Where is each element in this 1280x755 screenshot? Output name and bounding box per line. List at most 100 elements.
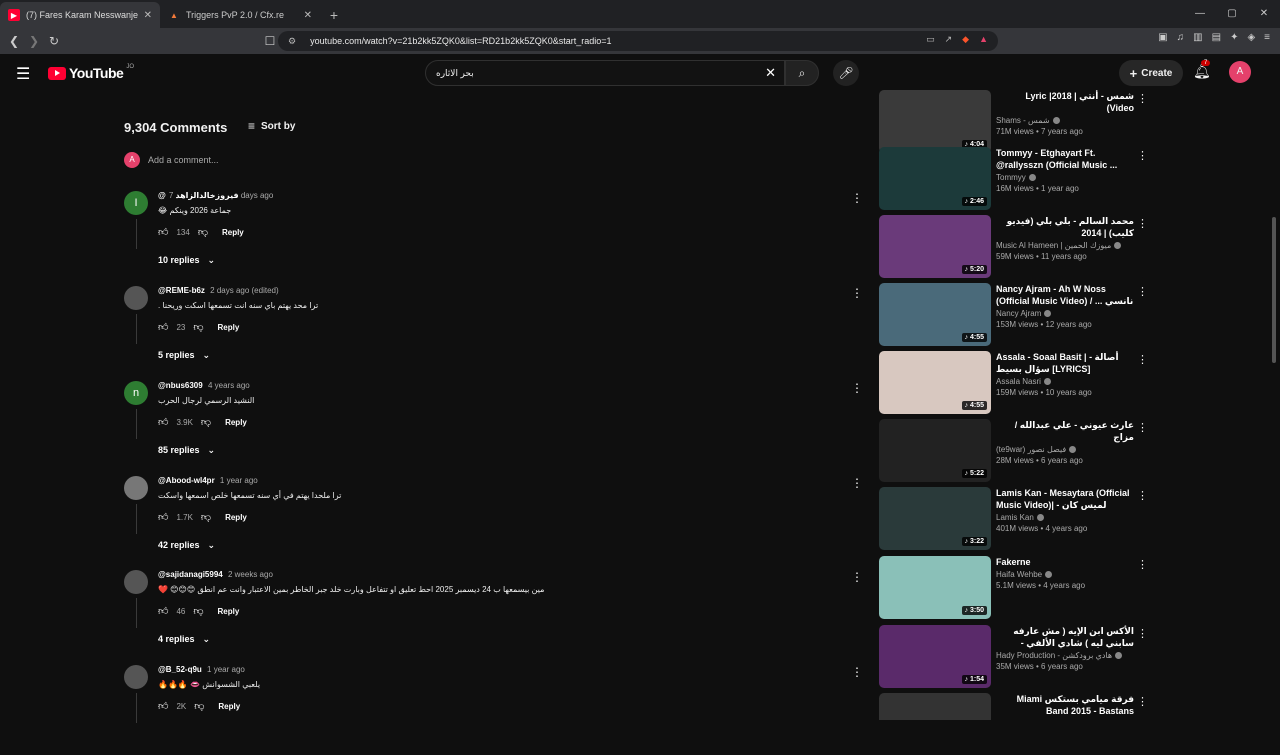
add-comment-row[interactable]: A Add a comment... xyxy=(124,152,219,168)
cast-icon[interactable]: ▭ xyxy=(926,34,935,45)
like-icon[interactable]: 👍︎ xyxy=(158,321,168,333)
comment-author[interactable]: @Abood-wl4pr xyxy=(158,476,215,485)
video-thumbnail[interactable]: ♪ 4:55 xyxy=(879,283,991,346)
more-actions-icon[interactable]: ⋮ xyxy=(851,381,863,395)
related-video-item[interactable]: ♪ 3:22 Lamis Kan - Mesaytara (Official M… xyxy=(879,487,1149,551)
vpn-icon[interactable]: ◈ xyxy=(1247,32,1255,43)
dislike-icon[interactable]: 👎︎ xyxy=(193,321,203,333)
video-title[interactable]: عارث عيوني - علي عبدالله / مزاج xyxy=(996,419,1134,443)
related-video-item[interactable]: فرقة ميامي بستكس Miami Band 2015 - Basta… xyxy=(879,693,1149,720)
youtube-logo[interactable]: YouTube JO xyxy=(48,64,134,81)
voice-search-button[interactable]: 🎤︎ xyxy=(833,60,859,86)
video-title[interactable]: Lamis Kan - Mesaytara (Official Music Vi… xyxy=(996,487,1134,511)
forward-icon[interactable]: ❯ xyxy=(24,34,44,48)
video-thumbnail[interactable]: ♪ 4:55 xyxy=(879,351,991,414)
video-channel[interactable]: Shams - شمس xyxy=(996,116,1134,125)
tab-youtube[interactable]: ▶ (7) Fares Karam Nesswanje ي ✕ xyxy=(0,2,160,28)
like-icon[interactable]: 👍︎ xyxy=(158,700,168,712)
browser-menu-icon[interactable]: ≡ xyxy=(1264,32,1270,43)
reply-button[interactable]: Reply xyxy=(218,607,240,616)
more-actions-icon[interactable]: ⋮ xyxy=(851,665,863,679)
more-actions-icon[interactable]: ⋮ xyxy=(1137,421,1148,434)
dislike-icon[interactable]: 👎︎ xyxy=(194,700,204,712)
avatar[interactable] xyxy=(124,286,148,310)
like-icon[interactable]: 👍︎ xyxy=(158,416,168,428)
comment-time[interactable]: 1 year ago xyxy=(220,476,258,485)
video-channel[interactable]: Tommyy xyxy=(996,173,1134,182)
comment-time[interactable]: 2 days ago (edited) xyxy=(210,286,279,295)
video-thumbnail[interactable]: ♪ 3:22 xyxy=(879,487,991,550)
create-button[interactable]: + Create xyxy=(1119,60,1183,86)
related-video-item[interactable]: ♪ 4:55 Assala - Soaal Basit | أصالة - سؤ… xyxy=(879,351,1149,415)
more-actions-icon[interactable]: ⋮ xyxy=(851,286,863,300)
screenshot-icon[interactable]: ▣ xyxy=(1158,32,1167,43)
related-video-item[interactable]: ♪ 1:54 الأكس ابن الإيه ( مش عارفه سابني … xyxy=(879,625,1149,689)
video-title[interactable]: الأكس ابن الإيه ( مش عارفه سابني ليه ) ش… xyxy=(996,625,1134,649)
share-icon[interactable]: ↗ xyxy=(945,34,953,45)
more-actions-icon[interactable]: ⋮ xyxy=(1137,695,1148,708)
reply-button[interactable]: Reply xyxy=(225,513,247,522)
more-actions-icon[interactable]: ⋮ xyxy=(1137,217,1148,230)
dislike-icon[interactable]: 👎︎ xyxy=(201,511,211,523)
comment-author[interactable]: @B_52-q9u xyxy=(158,665,202,674)
account-avatar[interactable]: A xyxy=(1229,61,1251,83)
related-video-item[interactable]: ♪ 5:20 محمد السالم - بلي بلي (فيديو كليب… xyxy=(879,215,1149,279)
view-replies-button[interactable]: 4 replies ⌄ xyxy=(158,634,210,645)
video-thumbnail[interactable] xyxy=(879,693,991,720)
like-icon[interactable]: 👍︎ xyxy=(158,511,168,523)
reply-button[interactable]: Reply xyxy=(222,228,244,237)
video-channel[interactable]: Nancy Ajram xyxy=(996,309,1134,318)
ai-icon[interactable]: ✦ xyxy=(1230,32,1238,43)
view-replies-button[interactable]: 10 replies ⌄ xyxy=(158,255,215,266)
video-title[interactable]: فرقة ميامي بستكس Miami Band 2015 - Basta… xyxy=(996,693,1134,717)
like-icon[interactable]: 👍︎ xyxy=(158,605,168,617)
maximize-icon[interactable]: ▢ xyxy=(1216,0,1248,28)
video-thumbnail[interactable]: ♪ 2:46 xyxy=(879,147,991,210)
more-actions-icon[interactable]: ⋮ xyxy=(1137,558,1148,571)
hamburger-menu-icon[interactable]: ☰ xyxy=(16,64,30,84)
video-channel[interactable]: Lamis Kan xyxy=(996,513,1134,522)
tab-cfx[interactable]: ▲ Triggers PvP 2.0 / Cfx.re ✕ xyxy=(160,2,320,28)
view-replies-button[interactable]: 85 replies ⌄ xyxy=(158,445,215,456)
video-title[interactable]: Fakerne xyxy=(996,556,1134,568)
related-video-item[interactable]: ♪ 4:04 شمس - أنتي | 2018| Lyric Video) S… xyxy=(879,90,1149,154)
sort-button[interactable]: ≡ Sort by xyxy=(248,119,295,133)
dislike-icon[interactable]: 👎︎ xyxy=(193,605,203,617)
video-channel[interactable]: Haifa Wehbe xyxy=(996,570,1134,579)
video-title[interactable]: محمد السالم - بلي بلي (فيديو كليب) | 201… xyxy=(996,215,1134,239)
new-tab-button[interactable]: + xyxy=(320,2,348,28)
video-channel[interactable]: Music Al Hameen | ميوزك الحمين xyxy=(996,241,1134,250)
comment-time[interactable]: 2 weeks ago xyxy=(228,570,273,579)
more-actions-icon[interactable]: ⋮ xyxy=(1137,353,1148,366)
view-replies-button[interactable]: 42 replies ⌄ xyxy=(158,540,215,551)
comment-author[interactable]: @sajidanagi5994 xyxy=(158,570,223,579)
video-channel[interactable]: (te9war) فيصل نصور xyxy=(996,445,1134,454)
more-actions-icon[interactable]: ⋮ xyxy=(851,476,863,490)
site-info-icon[interactable]: ⚙ xyxy=(288,36,296,47)
brave-shield-icon[interactable]: ◆ xyxy=(962,34,969,45)
minimize-icon[interactable]: — xyxy=(1184,0,1216,28)
notifications-button[interactable]: 🔔︎ 7 xyxy=(1193,60,1211,80)
more-actions-icon[interactable]: ⋮ xyxy=(1137,149,1148,162)
comment-author[interactable]: @REME-b6z xyxy=(158,286,205,295)
video-channel[interactable]: Assala Nasri xyxy=(996,377,1134,386)
video-thumbnail[interactable]: ♪ 4:04 xyxy=(879,90,991,153)
avatar[interactable]: n xyxy=(124,381,148,405)
comment-time[interactable]: 4 years ago xyxy=(208,381,250,390)
close-tab-icon[interactable]: ✕ xyxy=(144,10,152,21)
related-video-item[interactable]: ♪ 4:55 Nancy Ajram - Ah W Noss (Official… xyxy=(879,283,1149,347)
like-icon[interactable]: 👍︎ xyxy=(158,226,168,238)
video-title[interactable]: Nancy Ajram - Ah W Noss (Official Music … xyxy=(996,283,1134,307)
scrollbar-thumb[interactable] xyxy=(1272,217,1276,363)
add-comment-input[interactable]: Add a comment... xyxy=(148,155,219,165)
reply-button[interactable]: Reply xyxy=(225,418,247,427)
video-thumbnail[interactable]: ♪ 3:50 xyxy=(879,556,991,619)
sidebar-icon[interactable]: ▥ xyxy=(1193,32,1202,43)
video-title[interactable]: شمس - أنتي | 2018| Lyric Video) xyxy=(996,90,1134,114)
more-actions-icon[interactable]: ⋮ xyxy=(851,191,863,205)
search-input[interactable]: بحر الاثاره ✕ xyxy=(425,60,785,86)
close-window-icon[interactable]: ✕ xyxy=(1248,0,1280,28)
reply-button[interactable]: Reply xyxy=(218,702,240,711)
video-channel[interactable]: Hady Production - هادي برودكشن xyxy=(996,651,1134,660)
more-actions-icon[interactable]: ⋮ xyxy=(1137,489,1148,502)
